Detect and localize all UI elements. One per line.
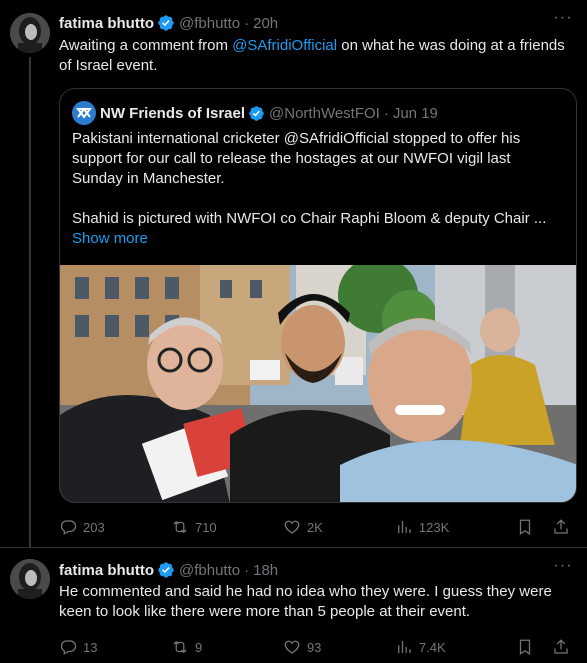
repost-icon xyxy=(173,640,187,654)
like-icon xyxy=(284,520,300,534)
quoted-author-handle[interactable]: @NorthWestFOI xyxy=(269,105,380,122)
verified-badge-icon xyxy=(157,14,175,32)
repost-count: 710 xyxy=(194,519,217,535)
tweet-text: He commented and said he had no idea who… xyxy=(59,583,552,620)
author-handle[interactable]: @fbhutto xyxy=(179,562,240,579)
views-button[interactable]: 123K xyxy=(395,517,507,537)
bookmark-button[interactable] xyxy=(507,517,543,537)
like-count: 93 xyxy=(306,639,322,655)
reply-count: 13 xyxy=(83,639,98,655)
reply-icon xyxy=(60,520,77,535)
author-avatar[interactable] xyxy=(10,13,50,53)
tweet-text-part: Awaiting a comment from xyxy=(59,37,233,54)
more-icon[interactable]: ··· xyxy=(553,10,573,31)
repost-icon xyxy=(173,520,187,534)
author-handle[interactable]: @fbhutto xyxy=(179,15,240,32)
share-button[interactable] xyxy=(543,637,579,657)
like-count: 2K xyxy=(306,519,323,535)
bookmark-icon xyxy=(519,519,531,535)
tweet-text: Awaiting a comment from @SAfridiOfficial… xyxy=(59,36,573,76)
quoted-tweet-text: Pakistani international cricketer @SAfri… xyxy=(72,129,564,249)
verified-badge-icon xyxy=(248,105,265,122)
quoted-tweet-header: NW Friends of Israel @NorthWestFOI · Jun… xyxy=(100,102,438,124)
show-more-link[interactable]: Show more xyxy=(72,229,148,249)
views-icon xyxy=(398,641,411,653)
more-icon[interactable]: ··· xyxy=(553,558,573,579)
bookmark-button[interactable] xyxy=(507,637,543,657)
repost-button[interactable]: 710 xyxy=(171,517,283,537)
reply-count: 203 xyxy=(83,519,105,535)
quoted-paragraph-2: Shahid is pictured with NWFOI co Chair R… xyxy=(72,210,547,227)
thread-connector-line xyxy=(29,57,31,547)
like-button[interactable]: 2K xyxy=(283,517,395,537)
author-name[interactable]: fatima bhutto xyxy=(59,15,154,32)
quoted-paragraph-1: Pakistani international cricketer @SAfri… xyxy=(72,130,521,187)
author-name[interactable]: fatima bhutto xyxy=(59,562,154,579)
quoted-author-name[interactable]: NW Friends of Israel xyxy=(100,105,245,122)
tweet-timestamp[interactable]: 20h xyxy=(253,15,278,32)
reply-button[interactable]: 13 xyxy=(59,637,171,657)
views-count: 7.4K xyxy=(418,639,446,655)
tweet-fatima-bhutto-2[interactable]: fatima bhutto @fbhutto · 18h ··· He comm… xyxy=(0,548,587,663)
separator-dot: · xyxy=(244,14,250,32)
quoted-tweet-timestamp[interactable]: Jun 19 xyxy=(393,105,438,122)
quoted-tweet[interactable]: NW Friends of Israel @NorthWestFOI · Jun… xyxy=(59,88,577,503)
verified-badge-icon xyxy=(157,561,175,579)
share-icon xyxy=(554,639,568,654)
repost-button[interactable]: 9 xyxy=(171,637,283,657)
share-icon xyxy=(554,519,568,534)
bookmark-icon xyxy=(519,639,531,655)
views-count: 123K xyxy=(418,519,450,535)
tweet-timestamp[interactable]: 18h xyxy=(253,562,278,579)
tweet-header: fatima bhutto @fbhutto · 20h xyxy=(59,13,278,33)
quoted-author-avatar[interactable] xyxy=(72,101,96,125)
views-button[interactable]: 7.4K xyxy=(395,637,507,657)
tweet-fatima-bhutto-1[interactable]: fatima bhutto @fbhutto · 20h ··· Awaitin… xyxy=(0,0,587,547)
mention-link[interactable]: @SAfridiOfficial xyxy=(232,37,337,54)
tweet-action-bar: 203 710 2K 123K xyxy=(59,517,579,537)
reply-button[interactable]: 203 xyxy=(59,517,171,537)
reply-icon xyxy=(60,640,77,655)
like-button[interactable]: 93 xyxy=(283,637,395,657)
tweet-header: fatima bhutto @fbhutto · 18h xyxy=(59,560,278,580)
like-icon xyxy=(284,640,300,654)
views-icon xyxy=(398,521,411,533)
quoted-tweet-photo[interactable] xyxy=(60,265,576,502)
author-avatar[interactable] xyxy=(10,559,50,599)
share-button[interactable] xyxy=(543,517,579,537)
repost-count: 9 xyxy=(194,639,203,655)
separator-dot: · xyxy=(383,104,389,122)
separator-dot: · xyxy=(244,561,250,579)
tweet-action-bar: 13 9 93 7.4K xyxy=(59,637,579,657)
